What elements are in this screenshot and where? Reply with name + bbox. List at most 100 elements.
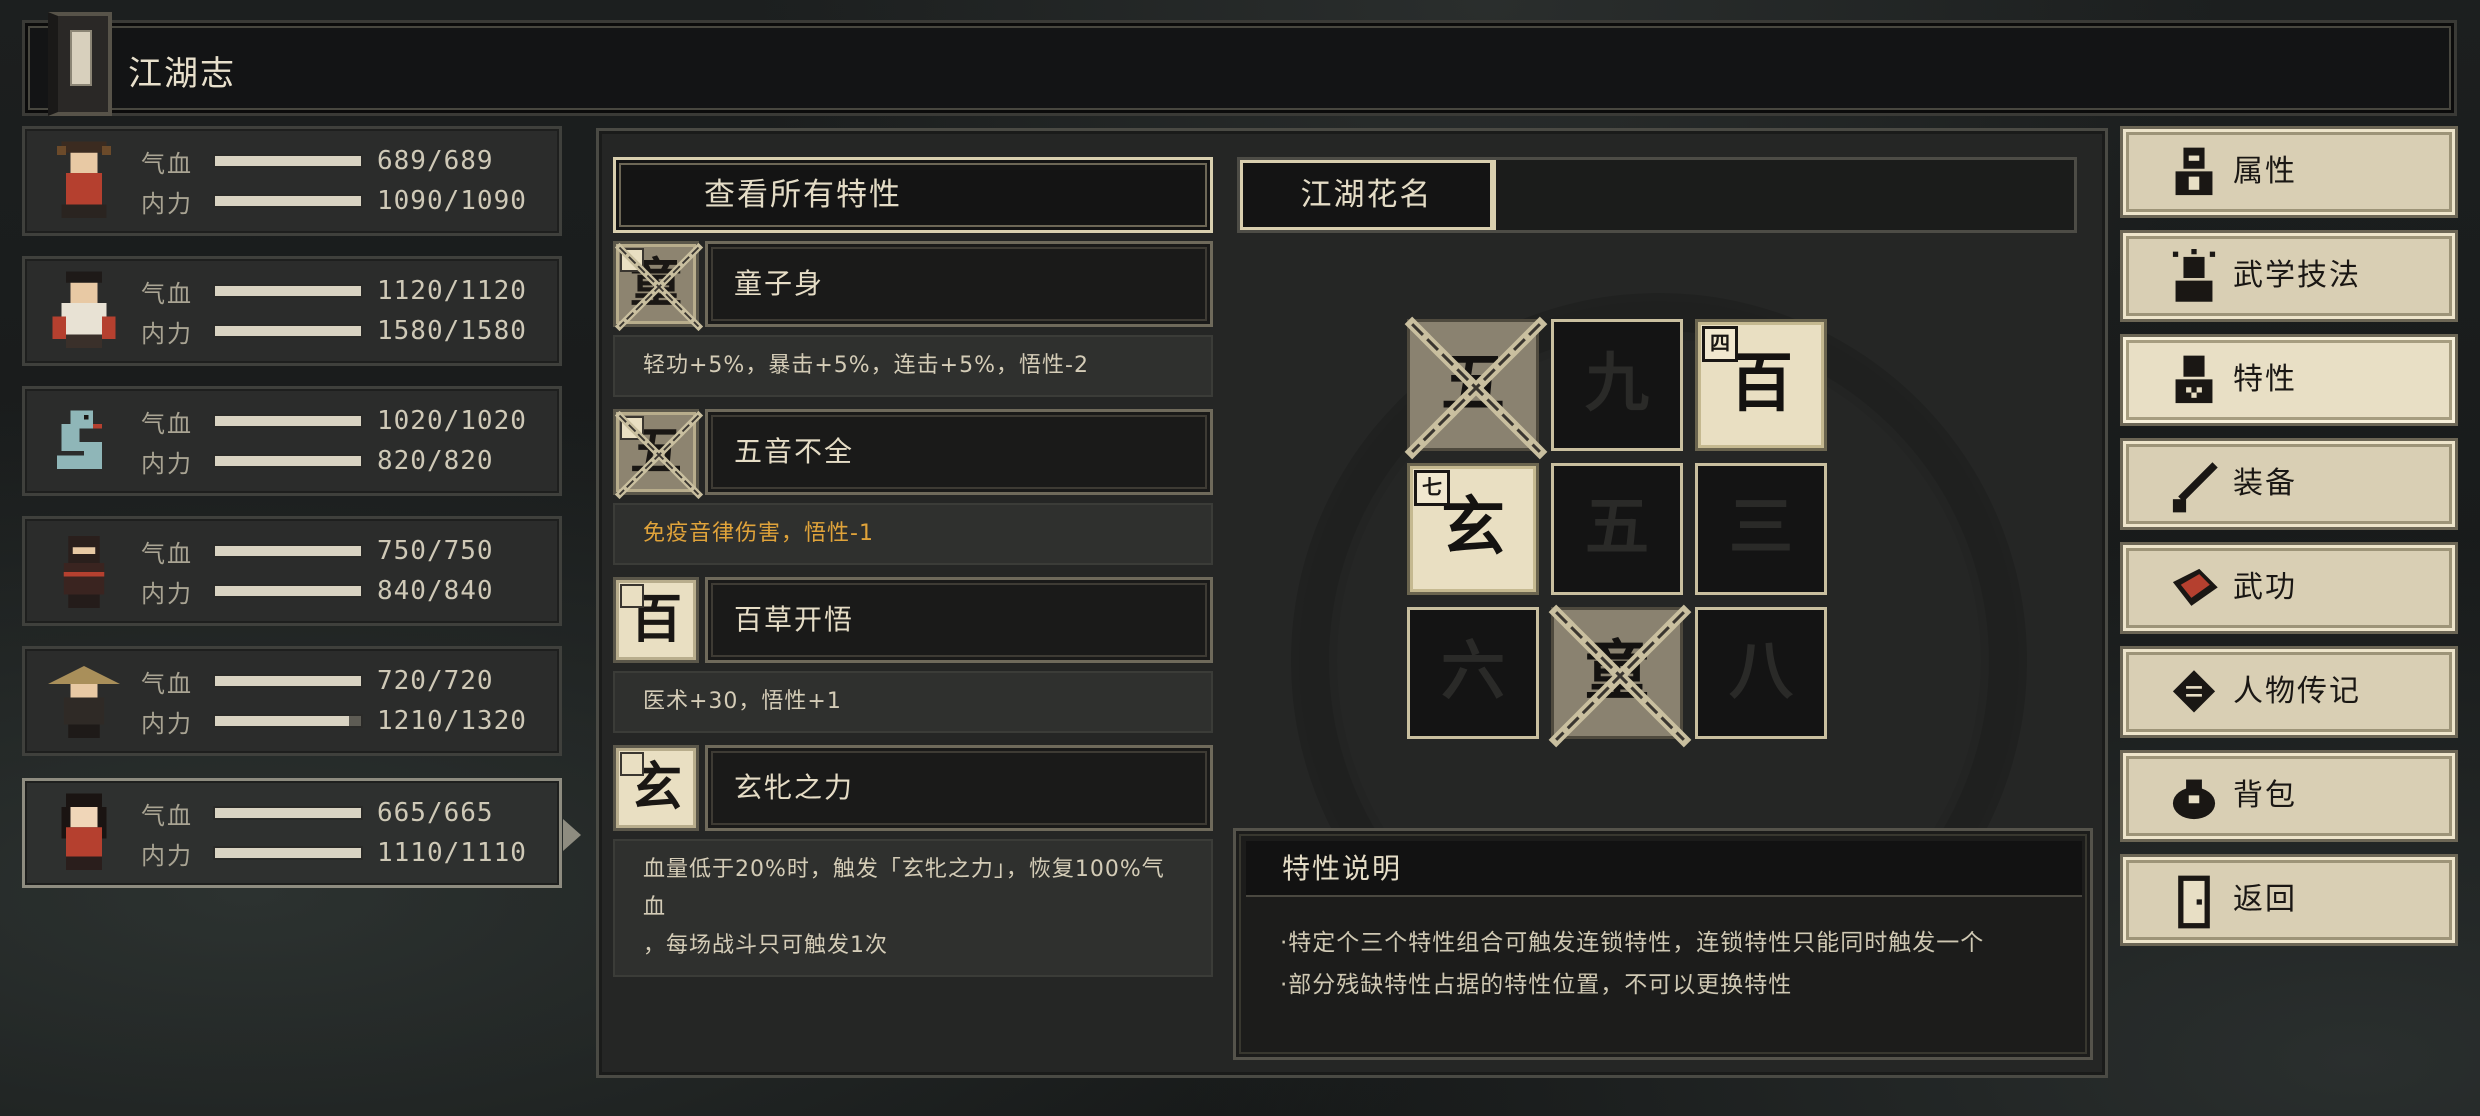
trait-slot[interactable]: 八	[1695, 607, 1827, 739]
trait-badge-icon	[620, 584, 644, 608]
mp-label: 内力	[141, 189, 193, 218]
swordsman-portrait	[39, 267, 129, 357]
hp-value: 720/720	[377, 666, 494, 696]
female-portrait	[39, 789, 129, 879]
slot-glyph: 九	[1585, 346, 1649, 421]
party-member-card[interactable]: 气血 1120/1120 内力 1580/1580	[22, 256, 562, 366]
party-member-card[interactable]: 气血 750/750 内力 840/840	[22, 516, 562, 626]
trait-name: 童子身	[705, 241, 1213, 327]
mp-label: 内力	[141, 319, 193, 348]
description-line: ·部分残缺特性占据的特性位置，不可以更换特性	[1280, 972, 1793, 998]
trait-glyph-icon: 玄	[613, 745, 699, 831]
mp-bar	[213, 194, 363, 208]
hp-row: 气血 689/689	[141, 145, 494, 178]
hp-value: 1020/1020	[377, 406, 527, 436]
mp-row: 内力 1210/1320	[141, 705, 527, 738]
menu-button-label: 背包	[2233, 778, 2297, 813]
trait-slot[interactable]: 六	[1407, 607, 1539, 739]
menu-button[interactable]: 武学技法	[2120, 230, 2458, 322]
serpent-portrait	[39, 397, 129, 487]
mp-value: 840/840	[377, 576, 494, 606]
trait-slot[interactable]: 玄 七	[1407, 463, 1539, 595]
trait-slot[interactable]: 五	[1404, 316, 1548, 460]
mp-label: 内力	[141, 579, 193, 608]
traits-icon	[2167, 353, 2221, 411]
mp-bar	[213, 454, 363, 468]
menu-button-label: 武功	[2233, 570, 2297, 605]
hp-value: 689/689	[377, 146, 494, 176]
menu-button[interactable]: 武功	[2120, 542, 2458, 634]
attributes-icon	[2167, 145, 2221, 203]
hp-row: 气血 665/665	[141, 797, 494, 830]
hp-label: 气血	[141, 669, 193, 698]
party-member-card[interactable]: 气血 1020/1020 内力 820/820	[22, 386, 562, 496]
description-title: 特性说明	[1246, 841, 2082, 897]
martial-skills-icon	[2167, 249, 2221, 307]
menu-button-label: 属性	[2233, 154, 2297, 189]
hp-label: 气血	[141, 539, 193, 568]
hp-label: 气血	[141, 279, 193, 308]
door-icon	[2167, 873, 2221, 931]
nickname-panel: 江湖花名	[1237, 157, 2077, 233]
trait-slot[interactable]: 童	[1548, 604, 1692, 748]
hp-value: 1120/1120	[377, 276, 527, 306]
description-line: ·特定个三个特性组合可触发连锁特性，连锁特性只能同时触发一个	[1280, 930, 1985, 956]
trait-description: 免疫音律伤害，悟性-1	[613, 503, 1213, 565]
menu-button[interactable]: 装备	[2120, 438, 2458, 530]
mp-bar	[213, 714, 363, 728]
hp-row: 气血 1020/1020	[141, 405, 527, 438]
mp-value: 1090/1090	[377, 186, 527, 216]
menu-button[interactable]: 特性	[2120, 334, 2458, 426]
trait-badge-icon	[620, 416, 644, 440]
trait-description-line: ，每场战斗只可触发1次	[643, 933, 888, 958]
menu-button[interactable]: 返回	[2120, 854, 2458, 946]
hp-value: 665/665	[377, 798, 494, 828]
trait-slot[interactable]: 五	[1551, 463, 1683, 595]
party-member-card[interactable]: 气血 689/689 内力 1090/1090	[22, 126, 562, 236]
hp-row: 气血 1120/1120	[141, 275, 527, 308]
traits-panel: 查看所有特性 江湖花名 童 童子身 轻功+5%，暴击+5%，连击+5%，悟性-2…	[596, 128, 2108, 1078]
mp-value: 1110/1110	[377, 838, 527, 868]
slot-number-badge: 七	[1414, 470, 1450, 506]
menu-button[interactable]: 人物传记	[2120, 646, 2458, 738]
trait-slot[interactable]: 百 四	[1695, 319, 1827, 451]
menu-button-label: 人物传记	[2233, 674, 2361, 709]
mp-row: 内力 1110/1110	[141, 837, 527, 870]
mp-row: 内力 1090/1090	[141, 185, 527, 218]
view-all-traits-button[interactable]: 查看所有特性	[613, 157, 1213, 233]
trait-glyph-icon: 童	[613, 241, 704, 332]
slot-glyph: 八	[1729, 634, 1793, 709]
hp-label: 气血	[141, 149, 193, 178]
slot-glyph: 五	[1585, 490, 1649, 565]
scroll-icon	[2167, 665, 2221, 723]
party-member-card[interactable]: 气血 720/720 内力 1210/1320	[22, 646, 562, 756]
slot-glyph: 五	[1441, 346, 1505, 421]
straw-hat-portrait	[39, 657, 129, 747]
menu-button-label: 武学技法	[2233, 258, 2361, 293]
bag-icon	[2167, 769, 2221, 827]
mp-row: 内力 1580/1580	[141, 315, 527, 348]
mp-bar	[213, 846, 363, 860]
party-member-card[interactable]: 气血 665/665 内力 1110/1110	[22, 778, 581, 888]
mp-value: 1580/1580	[377, 316, 527, 346]
tab-nickname[interactable]: 江湖花名	[1240, 160, 1496, 230]
mp-label: 内力	[141, 709, 193, 738]
book-icon	[2167, 561, 2221, 619]
menu-button[interactable]: 属性	[2120, 126, 2458, 218]
hp-row: 气血 720/720	[141, 665, 494, 698]
trait-slot[interactable]: 九	[1551, 319, 1683, 451]
trait-slot[interactable]: 三	[1695, 463, 1827, 595]
trait-description-line: 血量低于20%时，触发「玄牝之力」，恢复100%气血	[643, 857, 1165, 920]
hp-label: 气血	[141, 801, 193, 830]
slot-glyph: 三	[1729, 490, 1793, 565]
trait-glyph-icon: 五	[613, 409, 704, 500]
mp-value: 820/820	[377, 446, 494, 476]
hp-bar	[213, 544, 363, 558]
hp-row: 气血 750/750	[141, 535, 494, 568]
title-bar	[22, 20, 2457, 116]
mp-bar	[213, 324, 363, 338]
menu-button-label: 特性	[2233, 362, 2297, 397]
menu-button[interactable]: 背包	[2120, 750, 2458, 842]
hp-value: 750/750	[377, 536, 494, 566]
hp-label: 气血	[141, 409, 193, 438]
